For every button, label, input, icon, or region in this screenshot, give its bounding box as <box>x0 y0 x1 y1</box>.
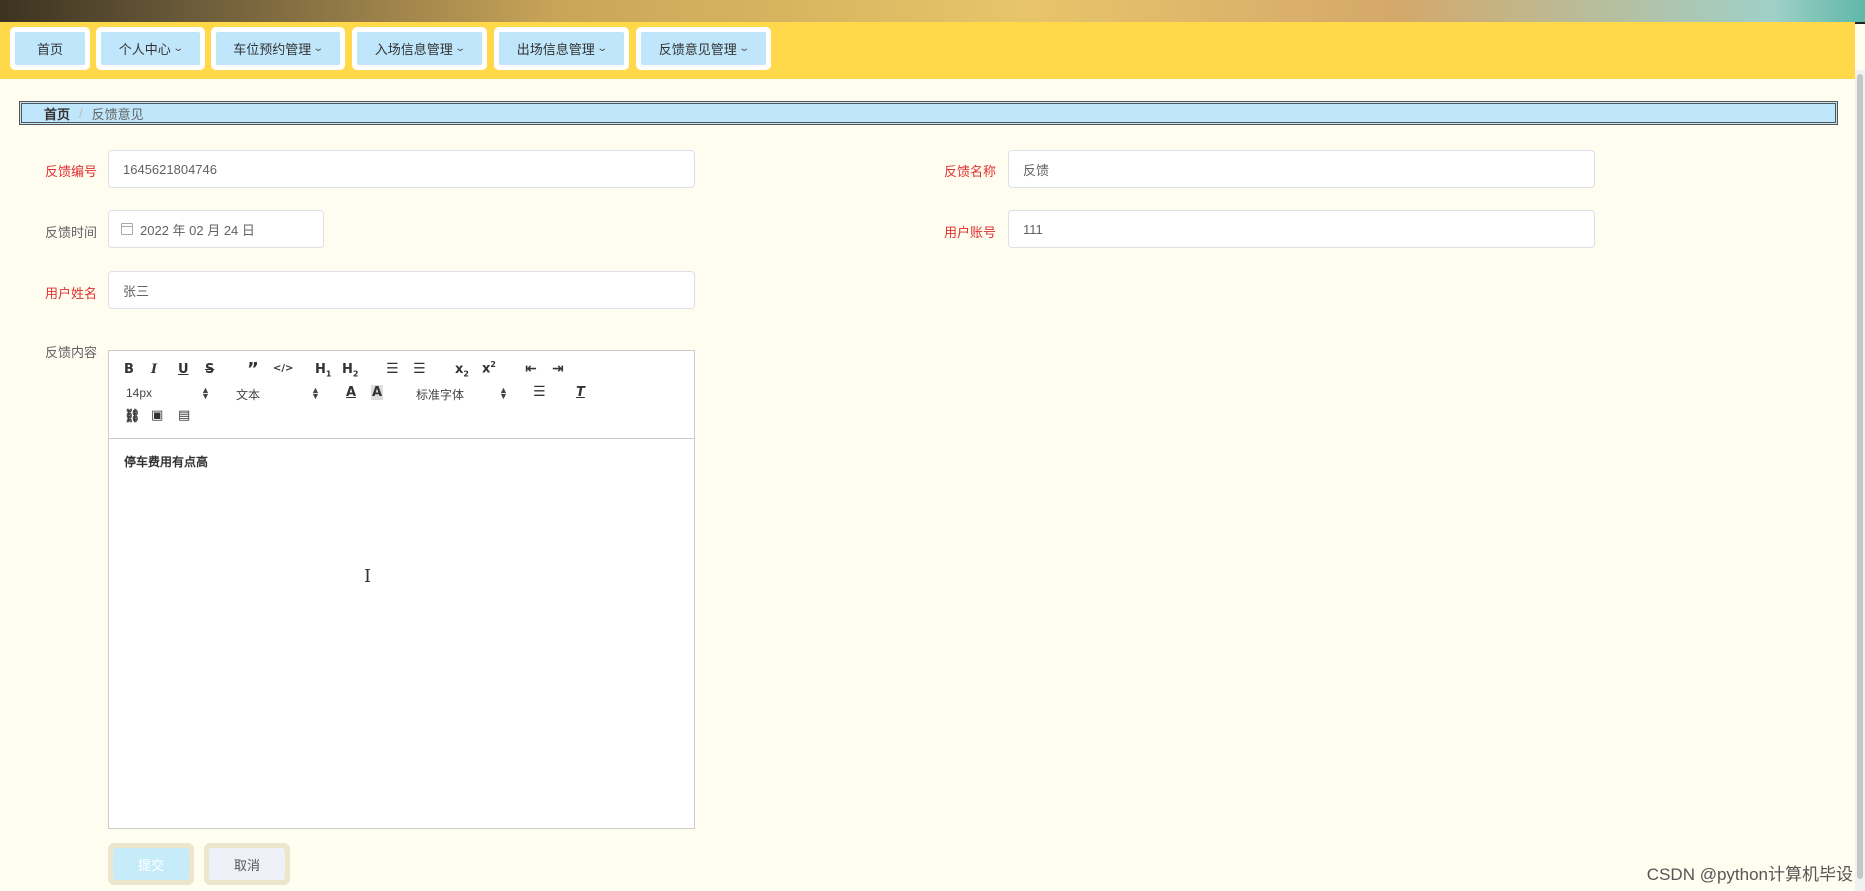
user-account-value: 111 <box>1023 221 1043 237</box>
breadcrumb-current: 反馈意见 <box>91 106 144 122</box>
code-block-icon[interactable]: </> <box>273 363 293 374</box>
bold-icon[interactable]: B <box>124 362 134 377</box>
feedback-no-value: 1645621804746 <box>123 161 217 177</box>
header-2-icon[interactable]: H2 <box>342 362 358 379</box>
chevron-down-icon: ⌄ <box>738 43 750 54</box>
header-banner-image <box>0 0 1865 24</box>
video-icon[interactable]: ▤ <box>178 408 190 423</box>
user-account-label: 用户账号 <box>943 225 996 240</box>
subscript-icon[interactable]: x2 <box>455 362 469 379</box>
strikethrough-icon[interactable]: S <box>205 362 214 377</box>
text-cursor-icon: I <box>364 566 372 587</box>
header-1-icon[interactable]: H1 <box>315 362 331 379</box>
nav-item-home[interactable]: 首页 <box>10 27 90 70</box>
editor-content[interactable]: 停车费用有点高 <box>109 439 694 484</box>
nav-item-label: 车位预约管理 <box>233 42 312 57</box>
nav-item-entry-info[interactable]: 入场信息管理 ⌄ <box>352 27 487 70</box>
select-arrows-icon: ▲ ▼ <box>201 385 210 401</box>
submit-button[interactable]: 提交 <box>108 843 194 885</box>
feedback-no-label: 反馈编号 <box>44 164 97 179</box>
font-family-value: 标准字体 <box>416 388 465 402</box>
ordered-list-icon[interactable]: ☰ <box>386 361 399 377</box>
watermark: CSDN @python计算机毕设 <box>1646 865 1853 884</box>
feedback-content-label: 反馈内容 <box>44 345 97 360</box>
align-left-icon[interactable]: ☰ <box>533 384 546 400</box>
breadcrumb-separator: / <box>79 105 83 121</box>
font-size-select[interactable]: 14px ▲ ▼ <box>126 385 210 401</box>
editor-toolbar: B I U S ” </> H1 H2 ☰ ☰ x2 x2 ⇤ ⇥ 14px ▲… <box>109 351 694 439</box>
feedback-time-label: 反馈时间 <box>44 225 97 240</box>
blockquote-icon[interactable]: ” <box>247 359 259 380</box>
font-size-value: 14px <box>126 386 153 400</box>
user-account-field[interactable]: 111 <box>1008 210 1595 248</box>
bullet-list-icon[interactable]: ☰ <box>413 361 426 377</box>
clear-format-icon[interactable]: T <box>576 385 585 400</box>
submit-button-label: 提交 <box>137 857 164 873</box>
chevron-down-icon: ⌄ <box>454 43 466 54</box>
cancel-button[interactable]: 取消 <box>204 843 290 885</box>
calendar-icon <box>121 223 133 235</box>
breadcrumb-home[interactable]: 首页 <box>44 104 70 123</box>
cancel-button-label: 取消 <box>233 857 260 873</box>
nav-item-feedback[interactable]: 反馈意见管理 ⌄ <box>636 27 771 70</box>
feedback-name-label: 反馈名称 <box>943 164 996 179</box>
select-arrows-icon: ▲ ▼ <box>499 385 508 401</box>
link-icon[interactable]: ⛓ <box>124 409 141 424</box>
feedback-name-field[interactable]: 反馈 <box>1008 150 1595 188</box>
outdent-icon[interactable]: ⇤ <box>525 361 537 377</box>
font-family-select[interactable]: 标准字体 ▲ ▼ <box>416 386 508 403</box>
scrollbar-thumb[interactable] <box>1857 74 1863 879</box>
user-name-label: 用户姓名 <box>44 286 97 301</box>
nav-item-exit-info[interactable]: 出场信息管理 ⌄ <box>494 27 629 70</box>
feedback-time-value: 2022 年 02 月 24 日 <box>140 222 255 238</box>
nav-item-label: 首页 <box>36 42 63 57</box>
nav-item-label: 反馈意见管理 <box>658 42 737 57</box>
feedback-name-value: 反馈 <box>1023 162 1050 178</box>
user-name-field[interactable]: 张三 <box>108 271 695 309</box>
feedback-time-datepicker[interactable]: 2022 年 02 月 24 日 <box>108 210 324 248</box>
underline-icon[interactable]: U <box>178 362 189 377</box>
chevron-down-icon: ⌄ <box>172 43 184 54</box>
breadcrumb: 首页 / 反馈意见 <box>19 101 1838 125</box>
background-color-icon[interactable]: A <box>371 385 384 400</box>
image-icon[interactable]: ▣ <box>151 408 163 423</box>
top-navigation: 首页 个人中心 ⌄ 车位预约管理 ⌄ 入场信息管理 ⌄ 出场信息管理 ⌄ 反馈意见管理 ⌄ <box>0 22 1855 79</box>
superscript-icon[interactable]: x2 <box>482 360 496 376</box>
select-arrows-icon: ▲ ▼ <box>311 385 320 401</box>
chevron-down-icon: ⌄ <box>596 43 608 54</box>
header-select[interactable]: 文本 ▲ ▼ <box>236 386 320 403</box>
nav-item-personal-center[interactable]: 个人中心 ⌄ <box>96 27 205 70</box>
nav-item-label: 个人中心 <box>118 42 171 57</box>
italic-icon[interactable]: I <box>151 362 157 377</box>
rich-text-editor: B I U S ” </> H1 H2 ☰ ☰ x2 x2 ⇤ ⇥ 14px ▲… <box>108 350 695 829</box>
page-scrollbar[interactable] <box>1855 70 1865 891</box>
indent-icon[interactable]: ⇥ <box>552 361 564 377</box>
user-name-value: 张三 <box>123 283 150 299</box>
nav-item-parking-reservation[interactable]: 车位预约管理 ⌄ <box>211 27 345 70</box>
feedback-no-field[interactable]: 1645621804746 <box>108 150 695 188</box>
font-color-icon[interactable]: A <box>346 385 356 400</box>
header-select-value: 文本 <box>236 388 261 402</box>
chevron-down-icon: ⌄ <box>312 43 325 54</box>
nav-item-label: 出场信息管理 <box>516 42 595 57</box>
nav-item-label: 入场信息管理 <box>374 42 453 57</box>
